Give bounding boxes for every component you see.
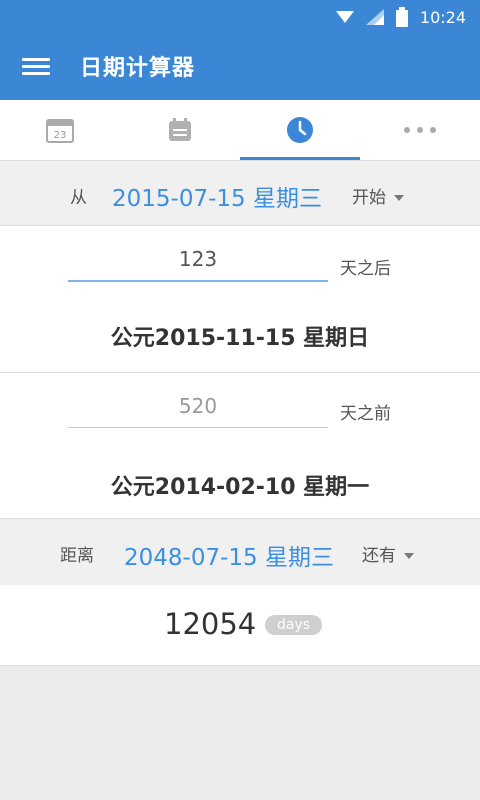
before-suffix: 天之前 [340,404,391,424]
before-section: 天之前 公元2014-02-10 星期一 [0,373,480,518]
from-mode-label: 开始 [352,188,386,208]
tab-calendar[interactable] [120,100,240,160]
calendar-23-icon: 23 [46,119,74,143]
distance-row: 距离 2048-07-15 星期三 还有 [0,518,480,586]
after-input-underline [68,280,328,282]
more-icon [404,127,436,133]
days-unit-badge: days [265,615,323,635]
before-result: 公元2014-02-10 星期一 [110,475,370,500]
status-icons: 10:24 [335,0,466,34]
after-input-wrap [68,238,328,282]
before-days-input[interactable] [68,385,328,427]
clock-icon [287,117,313,143]
days-section: 12054 days [0,585,480,665]
tab-clock[interactable] [240,100,360,160]
chevron-down-icon [404,553,414,559]
wifi-icon [335,11,354,23]
distance-mode-dropdown[interactable]: 还有 [362,541,414,566]
chevron-down-icon [394,195,404,201]
after-result: 公元2015-11-15 星期日 [110,326,370,351]
tab-bar: 23 [0,100,480,160]
from-label: 从 [70,188,87,208]
menu-icon[interactable] [22,54,50,80]
after-section: 天之后 公元2015-11-15 星期日 [0,226,480,372]
app-bar: 日期计算器 [0,34,480,100]
from-date[interactable]: 2015-07-15 星期三 [112,179,322,213]
after-days-input[interactable] [68,238,328,280]
days-count: 12054 [164,607,257,641]
from-mode-dropdown[interactable]: 开始 [352,183,404,208]
calendar-icon [169,118,191,141]
status-time: 10:24 [419,7,466,27]
distance-date[interactable]: 2048-07-15 星期三 [124,538,334,572]
signal-icon [365,9,384,25]
calendar-day-number: 23 [54,130,67,141]
tab-calendar-day[interactable]: 23 [0,100,120,160]
distance-mode-label: 还有 [362,546,396,566]
from-row: 从 2015-07-15 星期三 开始 [0,161,480,226]
divider [0,665,480,666]
distance-label: 距离 [60,546,94,566]
app-title: 日期计算器 [80,56,196,81]
status-bar: 10:24 [0,0,480,34]
before-input-underline [68,427,328,428]
before-input-wrap [68,385,328,428]
tab-more[interactable] [360,100,480,160]
battery-icon [395,7,408,27]
after-suffix: 天之后 [340,259,391,279]
